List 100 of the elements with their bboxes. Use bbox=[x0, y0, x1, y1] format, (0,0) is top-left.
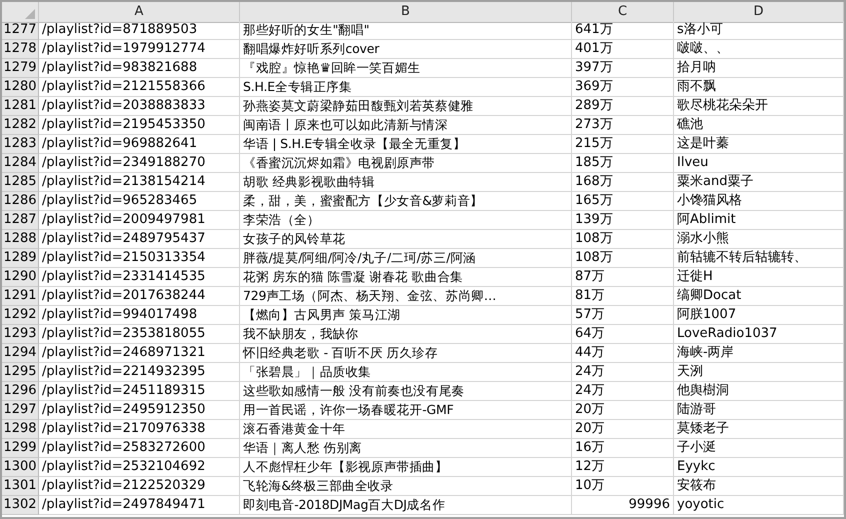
row-header[interactable]: 1298 bbox=[2, 420, 39, 439]
table-cell: 我不缺朋友，我缺你 bbox=[240, 325, 572, 344]
table-cell: 歌尽桃花朵朵开 bbox=[674, 97, 844, 116]
row-header[interactable]: 1287 bbox=[2, 211, 39, 230]
row-header[interactable]: 1295 bbox=[2, 363, 39, 382]
table-cell: 华语｜离人愁 伤别离 bbox=[240, 439, 572, 458]
table-cell: 花粥 房东的猫 陈雪凝 谢春花 歌曲合集 bbox=[240, 268, 572, 287]
table-cell: 雨不飘 bbox=[674, 78, 844, 97]
row-header[interactable]: 1299 bbox=[2, 439, 39, 458]
row-header[interactable]: 1290 bbox=[2, 268, 39, 287]
row-header[interactable]: 1302 bbox=[2, 496, 39, 515]
column-header[interactable]: C bbox=[572, 2, 674, 23]
table-cell: /playlist?id=2349188270 bbox=[39, 154, 240, 173]
row-header[interactable]: 1292 bbox=[2, 306, 39, 325]
table-cell: 369万 bbox=[572, 78, 674, 97]
table-cell: /playlist?id=2497849471 bbox=[39, 496, 240, 515]
table-cell: 柔，甜，美，蜜蜜配方【少女音&萝莉音】 bbox=[240, 192, 572, 211]
row-header[interactable]: 1300 bbox=[2, 458, 39, 477]
table-cell: 翻唱爆炸好听系列cover bbox=[240, 40, 572, 59]
table-cell: 胖薇/提莫/阿细/阿冷/丸子/二珂/苏三/阿涵 bbox=[240, 249, 572, 268]
table-cell: 缟卿Docat bbox=[674, 287, 844, 306]
table-cell: 人不彪悍枉少年【影视原声带插曲】 bbox=[240, 458, 572, 477]
table-cell: 华语 | S.H.E专辑全收录【最全无重复】 bbox=[240, 135, 572, 154]
table-cell: 12万 bbox=[572, 458, 674, 477]
table-cell: 168万 bbox=[572, 173, 674, 192]
table-cell: 165万 bbox=[572, 192, 674, 211]
row-header[interactable]: 1280 bbox=[2, 78, 39, 97]
row-header[interactable]: 1294 bbox=[2, 344, 39, 363]
table-cell: 「张碧晨」｜品质收集 bbox=[240, 363, 572, 382]
table-cell: 16万 bbox=[572, 439, 674, 458]
column-header[interactable]: B bbox=[240, 2, 572, 23]
table-cell: 用一首民谣，许你一场春暖花开-GMF bbox=[240, 401, 572, 420]
table-cell: 10万 bbox=[572, 477, 674, 496]
table-cell: /playlist?id=2150313354 bbox=[39, 249, 240, 268]
table-cell: /playlist?id=2121558366 bbox=[39, 78, 240, 97]
table-cell: /playlist?id=2170976338 bbox=[39, 420, 240, 439]
row-header[interactable]: 1297 bbox=[2, 401, 39, 420]
table-cell: 啵啵、、 bbox=[674, 40, 844, 59]
row-header[interactable]: 1281 bbox=[2, 97, 39, 116]
row-header[interactable]: 1283 bbox=[2, 135, 39, 154]
table-cell: 185万 bbox=[572, 154, 674, 173]
table-cell: 拾月呐 bbox=[674, 59, 844, 78]
table-cell: /playlist?id=871889503 bbox=[39, 21, 240, 40]
table-cell: 641万 bbox=[572, 21, 674, 40]
row-header[interactable]: 1286 bbox=[2, 192, 39, 211]
row-header[interactable]: 1282 bbox=[2, 116, 39, 135]
table-cell: 李荣浩（全） bbox=[240, 211, 572, 230]
table-cell: 女孩子的风铃草花 bbox=[240, 230, 572, 249]
table-cell: 闽南语丨原来也可以如此清新与情深 bbox=[240, 116, 572, 135]
table-cell: /playlist?id=2495912350 bbox=[39, 401, 240, 420]
table-cell: 64万 bbox=[572, 325, 674, 344]
table-cell: /playlist?id=2353818055 bbox=[39, 325, 240, 344]
table-cell: 401万 bbox=[572, 40, 674, 59]
row-header[interactable]: 1279 bbox=[2, 59, 39, 78]
table-cell: /playlist?id=2468971321 bbox=[39, 344, 240, 363]
table-cell: 子小涎 bbox=[674, 439, 844, 458]
table-cell: 胡歌 经典影视歌曲特辑 bbox=[240, 173, 572, 192]
table-cell: 小馋猫风格 bbox=[674, 192, 844, 211]
table-cell: 57万 bbox=[572, 306, 674, 325]
table-cell: 飞轮海&终极三部曲全收录 bbox=[240, 477, 572, 496]
table-cell: 87万 bbox=[572, 268, 674, 287]
table-cell: 273万 bbox=[572, 116, 674, 135]
table-cell: 24万 bbox=[572, 382, 674, 401]
table-cell: 《香蜜沉沉烬如霜》电视剧原声带 bbox=[240, 154, 572, 173]
table-cell: Ilveu bbox=[674, 154, 844, 173]
table-cell: /playlist?id=1979912774 bbox=[39, 40, 240, 59]
table-cell: 24万 bbox=[572, 363, 674, 382]
table-cell: 天洌 bbox=[674, 363, 844, 382]
table-cell: /playlist?id=2489795437 bbox=[39, 230, 240, 249]
table-cell: 20万 bbox=[572, 401, 674, 420]
table-cell: /playlist?id=965283465 bbox=[39, 192, 240, 211]
row-header[interactable]: 1293 bbox=[2, 325, 39, 344]
row-header[interactable]: 1291 bbox=[2, 287, 39, 306]
table-cell: /playlist?id=2138154214 bbox=[39, 173, 240, 192]
table-cell: /playlist?id=2451189315 bbox=[39, 382, 240, 401]
table-cell: /playlist?id=2009497981 bbox=[39, 211, 240, 230]
row-header[interactable]: 1289 bbox=[2, 249, 39, 268]
column-header[interactable]: D bbox=[674, 2, 844, 23]
column-header[interactable]: A bbox=[39, 2, 240, 23]
table-cell: 729声工场（阿杰、杨天翔、金弦、苏尚卿… bbox=[240, 287, 572, 306]
table-cell: /playlist?id=2017638244 bbox=[39, 287, 240, 306]
table-cell: 海峡-两岸 bbox=[674, 344, 844, 363]
row-header[interactable]: 1296 bbox=[2, 382, 39, 401]
table-cell: 397万 bbox=[572, 59, 674, 78]
row-header[interactable]: 1288 bbox=[2, 230, 39, 249]
row-header[interactable]: 1278 bbox=[2, 40, 39, 59]
table-cell: 99996 bbox=[572, 496, 674, 515]
table-cell: 81万 bbox=[572, 287, 674, 306]
table-cell: 前轱辘不转后轱辘转、 bbox=[674, 249, 844, 268]
table-cell: 215万 bbox=[572, 135, 674, 154]
row-header[interactable]: 1285 bbox=[2, 173, 39, 192]
row-header[interactable]: 1301 bbox=[2, 477, 39, 496]
table-cell: 即刻电音-2018DJMag百大DJ成名作 bbox=[240, 496, 572, 515]
row-header[interactable]: 1284 bbox=[2, 154, 39, 173]
table-cell: 溺水小熊 bbox=[674, 230, 844, 249]
table-cell: 莫矮老子 bbox=[674, 420, 844, 439]
table-cell: 他舆樹洞 bbox=[674, 382, 844, 401]
select-all-icon[interactable] bbox=[25, 9, 35, 19]
table-cell: S.H.E全专辑正序集 bbox=[240, 78, 572, 97]
table-cell: 粟米and粟子 bbox=[674, 173, 844, 192]
